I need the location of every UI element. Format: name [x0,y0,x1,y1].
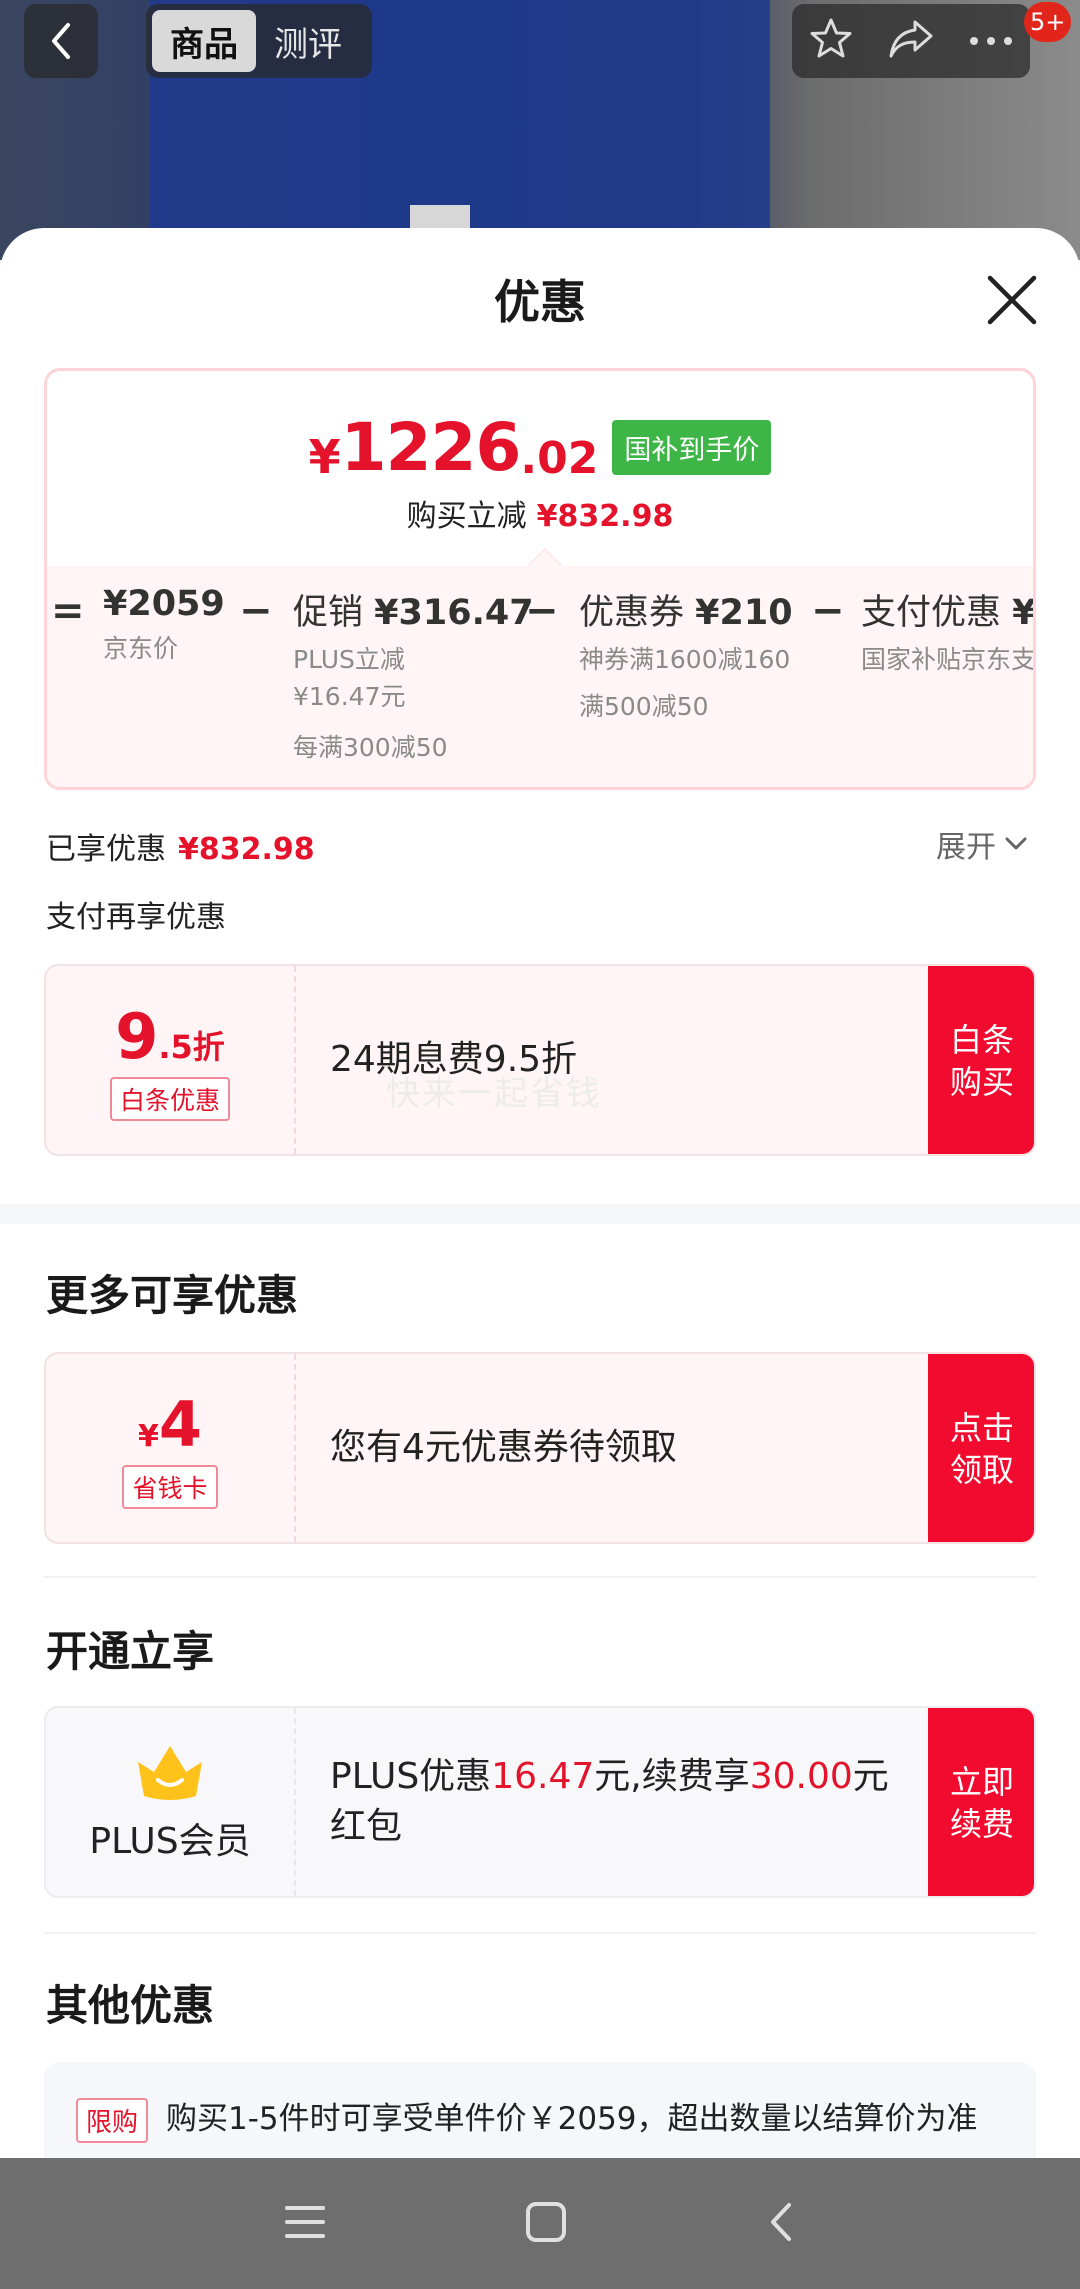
enjoyed-discount-label: 已享优惠 [46,832,166,867]
product-tabs: 商品 测评 [146,4,372,78]
back-nav-button[interactable] [767,2201,795,2247]
tab-goods[interactable]: 商品 [152,10,256,72]
discount-sheet: 优惠 ¥ 1226 .02 国补到手价 购买立减 ¥832.98 = ¥2059 … [0,228,1080,2158]
purchase-discount-value: ¥832.98 [536,499,674,534]
coupon-detail: 神券满1600减160 [579,645,791,674]
baitiao-offer-text: 24期息费9.5折 [330,1039,578,1080]
section-separator [44,1932,1036,1934]
pay-more-title: 支付再享优惠 [46,900,226,935]
promotion-detail: PLUS立减 [293,645,405,674]
breakdown-item-promotion: 促销 ¥316.47 PLUS立减 ¥16.47元 每满300减50 [293,584,534,766]
more-offers-title: 更多可享优惠 [46,1271,299,1320]
section-divider [0,1204,1080,1224]
plus-offer-text: PLUS优惠16.47元,续费享30.00元红包 [330,1708,890,1896]
price-breakdown[interactable]: = ¥2059 京东价 − 促销 ¥316.47 PLUS立减 ¥16.47元 … [47,566,1036,787]
plus-member-label: PLUS会员 [89,1821,251,1862]
limit-notice-text: 购买1-5件时可享受单件价￥2059，超出数量以结算价为准 [166,2101,978,2137]
home-square-icon [526,2201,566,2242]
promotion-label: 促销 [293,593,364,633]
minus-operator: − [525,588,559,634]
purchase-discount-label: 购买立减 [406,499,527,534]
baitiao-rate-big: 9 [115,999,159,1073]
top-action-group [792,4,1030,78]
price-integer: 1226 [340,409,522,486]
tab-review[interactable]: 测评 [256,10,360,72]
baitiao-buy-button[interactable]: 白条购买 [928,966,1034,1154]
claim-coupon-button[interactable]: 点击领取 [928,1354,1034,1542]
plus-text-a: PLUS优惠 [330,1756,492,1797]
savings-card-tag: 省钱卡 [122,1464,218,1509]
favorite-button[interactable] [808,16,854,66]
breakdown-item-coupon: 优惠券 ¥210 神券满1600减160 满500减50 [579,584,793,725]
baitiao-watermark: 快来一起省钱 [386,1074,602,1114]
baitiao-badge: 9.5折 白条优惠 [46,966,296,1154]
promotion-detail: 每满300减50 [293,733,448,762]
sheet-title: 优惠 [494,275,586,329]
minus-operator: − [239,588,273,634]
expand-label: 展开 [936,830,996,865]
share-icon [889,20,933,58]
share-button[interactable] [887,16,935,66]
purchase-discount: 购买立减 ¥832.98 [47,491,1033,535]
equals-operator: = [51,588,85,634]
subsidy-price-tag: 国补到手价 [612,420,772,475]
minus-operator: − [811,588,845,634]
promotion-value: ¥316.47 [374,593,534,633]
home-nav-button[interactable] [525,2201,567,2247]
purchase-limit-notice: 限购 购买1-5件时可享受单件价￥2059，超出数量以结算价为准 [44,2062,1036,2158]
back-button[interactable] [24,4,98,78]
close-button[interactable] [980,268,1044,332]
coupon-value: ¥210 [695,593,793,633]
notification-badge: 5+ [1024,2,1072,42]
more-icon [969,36,1012,45]
chevron-down-icon [1005,837,1027,850]
baitiao-tag: 白条优惠 [109,1076,230,1121]
star-icon [810,18,852,58]
payment-detail: 国家补贴京东支 [861,645,1036,674]
payment-label: 支付优惠 [861,593,1002,633]
system-navigation-bar [0,2158,1080,2289]
breakdown-item-payment: 支付优惠 ¥3 国家补贴京东支 [861,584,1036,678]
coupon-offer-card: ¥4 省钱卡 您有4元优惠券待领取 点击领取 [44,1352,1036,1544]
enjoyed-discount: 已享优惠 ¥832.98 [46,824,315,868]
close-icon [987,275,1037,325]
more-button[interactable] [968,32,1014,51]
jd-price-value: ¥2059 [103,584,225,624]
price-currency: ¥ [308,429,341,484]
renew-plus-button[interactable]: 立即续费 [928,1708,1034,1896]
coupon-offer-text: 您有4元优惠券待领取 [330,1427,677,1468]
limit-tag: 限购 [76,2098,149,2143]
plus-amount-b: 30.00 [749,1756,853,1797]
breakdown-item-jd-price: ¥2059 京东价 [103,584,225,667]
coupon-detail: 满500减50 [579,692,709,721]
baitiao-rate: 9.5折 [115,1000,225,1073]
plus-member-badge: PLUS会员 [46,1708,296,1896]
crown-icon [138,1746,202,1800]
price-decimal: .02 [520,433,599,484]
section-separator [44,1576,1036,1578]
promotion-detail: ¥16.47元 [293,682,406,711]
back-icon [52,23,70,59]
expand-button[interactable]: 展开 [936,822,1028,866]
plus-offer-card: PLUS会员 PLUS优惠16.47元,续费享30.00元红包 立即续费 [44,1706,1036,1898]
back-nav-icon [771,2202,791,2241]
enjoyed-discount-value: ¥832.98 [178,832,315,867]
price-summary-card: ¥ 1226 .02 国补到手价 购买立减 ¥832.98 = ¥2059 京东价… [44,368,1036,790]
baitiao-rate-small: .5折 [158,1027,225,1066]
coupon-amount-big: 4 [158,1387,202,1461]
baitiao-offer-card: 9.5折 白条优惠 24期息费9.5折 快来一起省钱 白条购买 [44,964,1036,1156]
plus-text-b: 元,续费享 [594,1756,750,1797]
coupon-amount-yen: ¥ [137,1418,159,1454]
final-price: ¥ 1226 .02 国补到手价 [47,409,1033,486]
menu-icon [285,2205,325,2238]
payment-value: ¥3 [1012,593,1036,633]
coupon-label: 优惠券 [579,593,685,633]
savings-card-badge: ¥4 省钱卡 [46,1354,296,1542]
jd-price-label: 京东价 [103,634,179,663]
open-now-title: 开通立享 [46,1627,215,1676]
other-offers-title: 其他优惠 [46,1981,215,2030]
plus-amount-a: 16.47 [491,1756,595,1797]
coupon-amount: ¥4 [138,1388,202,1461]
menu-nav-button[interactable] [285,2204,325,2244]
